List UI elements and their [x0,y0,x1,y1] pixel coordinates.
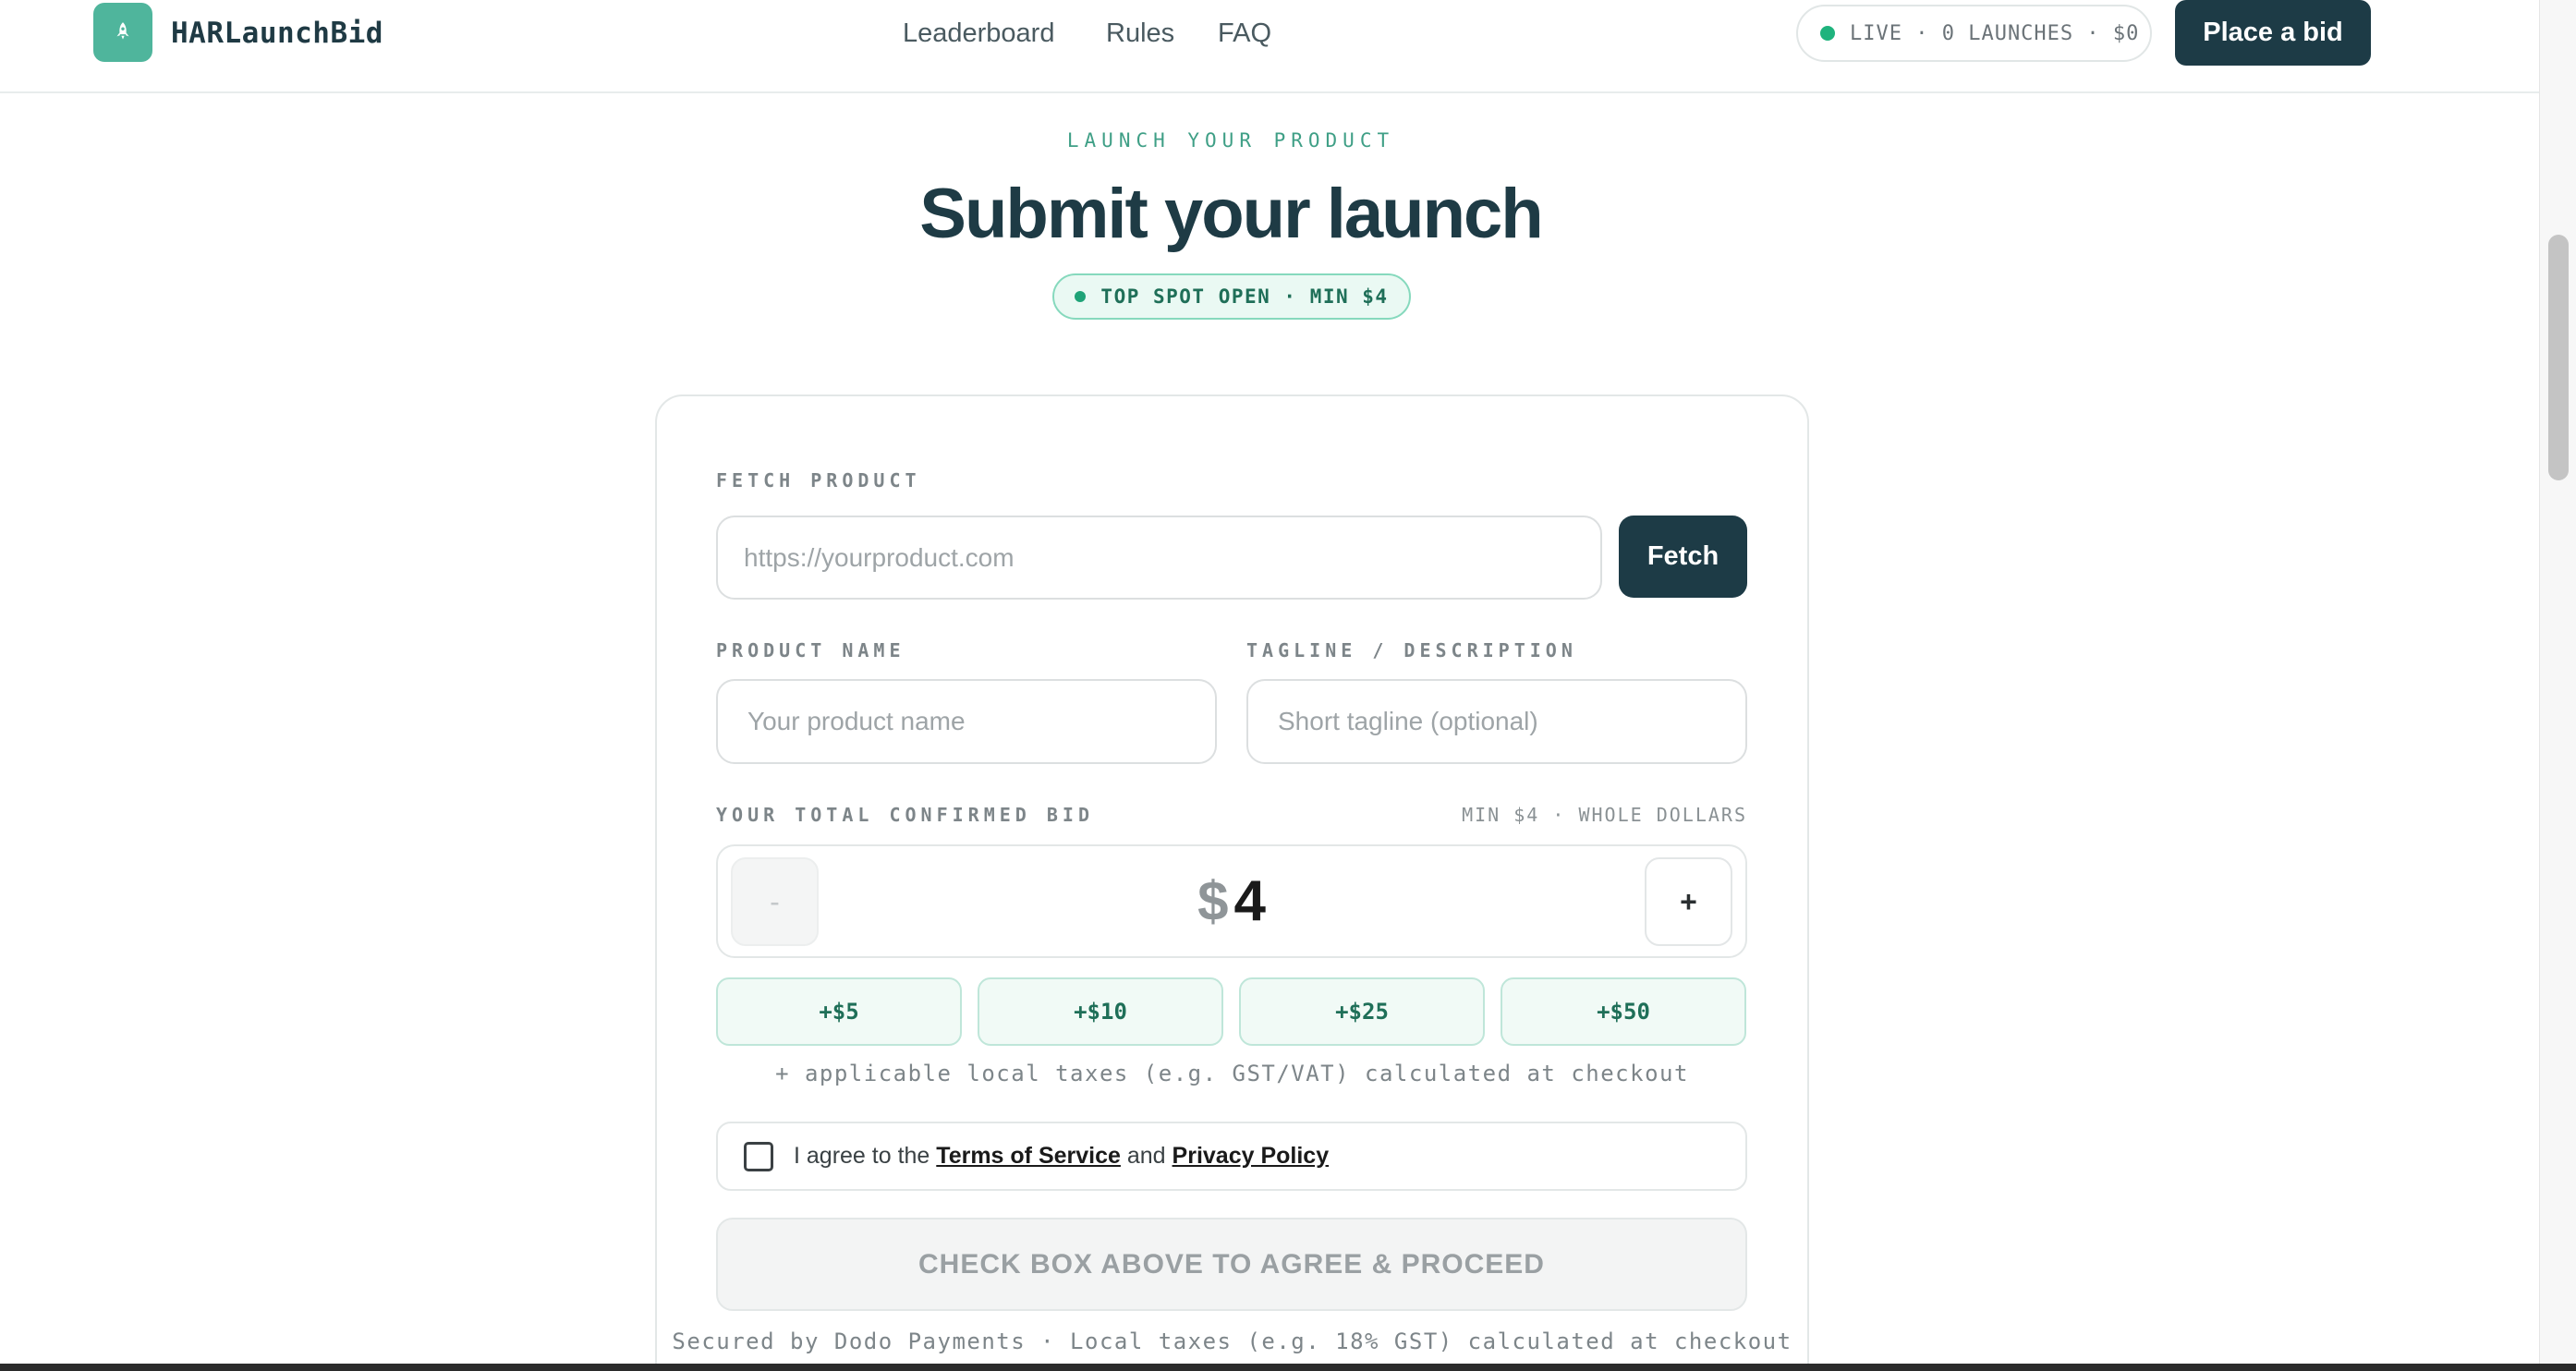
agree-prefix: I agree to the [794,1143,930,1169]
privacy-link[interactable]: Privacy Policy [1173,1143,1330,1169]
agree-checkbox[interactable] [744,1141,773,1171]
status-dot-icon [1075,291,1087,302]
nav-faq[interactable]: FAQ [1218,15,1271,52]
quick-add-25-button[interactable]: +$25 [1239,977,1485,1046]
tagline-label: TAGLINE / DESCRIPTION [1246,639,1577,661]
bid-label: YOUR TOTAL CONFIRMED BID [716,804,1094,826]
bid-stepper: $ 4 - + [716,844,1747,958]
fetch-button[interactable]: Fetch [1619,516,1747,598]
currency-symbol: $ [1197,870,1229,932]
terms-link[interactable]: Terms of Service [936,1143,1121,1169]
decrement-button[interactable]: - [731,857,819,946]
brand-name[interactable]: HARLaunchBid [171,15,383,52]
product-name-placeholder: Your product name [747,707,966,735]
nav-leaderboard[interactable]: Leaderboard [903,15,1054,52]
live-status-pill: LIVE · 0 LAUNCHES · $0 [1796,5,2152,62]
tagline-placeholder: Short tagline (optional) [1278,707,1538,735]
quick-add-50-button[interactable]: +$50 [1501,977,1746,1046]
top-spot-text: TOP SPOT OPEN · MIN $4 [1100,285,1389,308]
secured-note: Secured by Dodo Payments · Local taxes (… [672,1329,1792,1354]
url-input[interactable]: https://yourproduct.com [716,516,1602,600]
nav-rules[interactable]: Rules [1106,15,1174,52]
agree-and: and [1126,1143,1166,1169]
live-dot-icon [1820,26,1835,41]
url-placeholder: https://yourproduct.com [744,542,1015,572]
top-header: HARLaunchBid Leaderboard Rules FAQ LIVE … [0,0,2539,93]
bid-value: 4 [1233,869,1266,933]
proceed-button[interactable]: CHECK BOX ABOVE TO AGREE & PROCEED [716,1218,1747,1311]
tax-note: + applicable local taxes (e.g. GST/VAT) … [775,1061,1689,1086]
product-name-label: PRODUCT NAME [716,639,905,661]
product-name-input[interactable]: Your product name [716,679,1217,764]
increment-button[interactable]: + [1645,857,1732,946]
fetch-label: FETCH PRODUCT [716,469,921,491]
tagline-input[interactable]: Short tagline (optional) [1246,679,1747,764]
scrollbar-thumb[interactable] [2548,235,2569,480]
bid-amount[interactable]: $ 4 [718,846,1745,956]
eyebrow: LAUNCH YOUR PRODUCT [1066,129,1395,152]
agree-row: I agree to the Terms of Service and Priv… [716,1122,1747,1191]
quick-add-5-button[interactable]: +$5 [716,977,962,1046]
bid-hint: MIN $4 · WHOLE DOLLARS [1462,804,1747,826]
scrollbar[interactable] [2539,0,2576,1364]
place-bid-button[interactable]: Place a bid [2175,0,2371,66]
rocket-icon [116,22,129,40]
live-status-text: LIVE · 0 LAUNCHES · $0 [1850,21,2140,45]
quick-add-10-button[interactable]: +$10 [978,977,1223,1046]
agree-text: I agree to the Terms of Service and Priv… [794,1143,1329,1170]
page: HARLaunchBid Leaderboard Rules FAQ LIVE … [0,0,2539,1364]
page-title: Submit your launch [919,175,1543,253]
top-spot-badge: TOP SPOT OPEN · MIN $4 [1052,273,1411,320]
logo[interactable] [93,3,152,62]
